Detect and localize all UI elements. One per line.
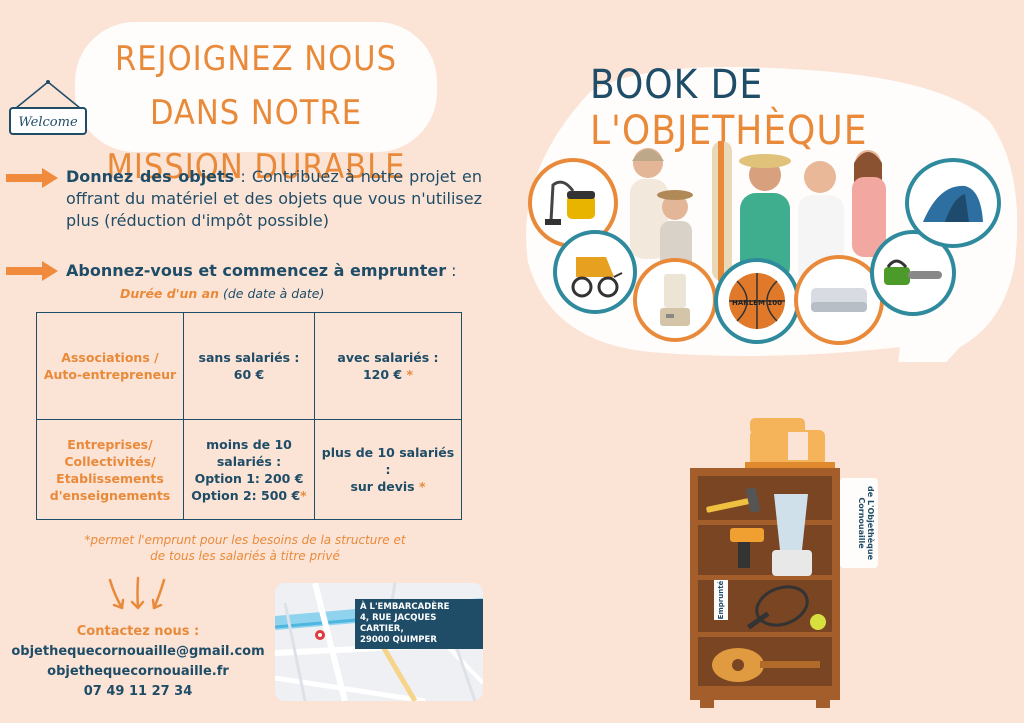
mac-mini-icon [811, 288, 867, 312]
footnote-line1: *permet l'emprunt pour les besoins de la… [84, 533, 406, 547]
page-title-line1: REJOIGNEZ NOUS DANS NOTRE [114, 39, 397, 133]
book-title-part1: BOOK DE [590, 62, 764, 108]
map-address-label: À L'EMBARCADÈRE 4, RUE JACQUES CARTIER, … [355, 599, 483, 649]
borrowed-tag-text: Emprunté [717, 580, 725, 620]
tent-icon [923, 185, 983, 222]
asterisk: * [300, 487, 307, 503]
cell-text: 120 € [362, 367, 403, 382]
table-cell: Associations / Auto-entrepreneur [36, 312, 184, 420]
objetheque-sign-text: de L'Objethèque Cornouaille [857, 477, 875, 569]
contact-phone[interactable]: 07 49 11 27 34 [8, 682, 268, 702]
contact-website[interactable]: objethequecornouaille.fr [8, 662, 268, 682]
duree-line: Durée d'un an (de date à date) [120, 286, 324, 301]
duree-rest: (de date à date) [219, 286, 325, 301]
chainsaw-icon [884, 259, 942, 285]
cell-line: plus de 10 salariés : [321, 445, 455, 477]
arrows-down-icon [108, 576, 166, 610]
cell-line: salariés : [216, 453, 282, 469]
borrowed-tag: Emprunté [714, 580, 728, 622]
blender-icon [660, 274, 690, 326]
cell-line: 60 € [233, 367, 265, 382]
map-line2: 4, RUE JACQUES CARTIER, [360, 613, 437, 634]
footnote: *permet l'emprunt pour les besoins de la… [40, 532, 450, 564]
cell-line: avec salariés : [337, 350, 439, 365]
cell-line: Entreprises/ [67, 436, 153, 452]
welcome-sign-text: Welcome [18, 115, 78, 130]
sign-line2: L'Objethèque [866, 499, 875, 560]
contact-block: Contactez nous : objethequecornouaille@g… [8, 622, 268, 702]
table-row: Associations / Auto-entrepreneur sans sa… [36, 312, 462, 420]
cell-line: Etablissements [56, 470, 164, 486]
table-cell: Entreprises/ Collectivités/ Etablissemen… [36, 419, 184, 520]
cell-text: Option 2: 500 € [191, 487, 301, 503]
contact-label: Contactez nous : [76, 624, 200, 639]
cell-line: sur devis * [319, 478, 457, 495]
cell-line: d'enseignements [49, 487, 171, 503]
duree-bold: Durée d'un an [120, 286, 220, 301]
contact-email[interactable]: objethequecornouaille@gmail.com [8, 642, 268, 662]
tent-circle [905, 158, 1001, 248]
basketball-circle: HARLEM 100 [714, 258, 800, 344]
sign-line1: de [866, 486, 875, 498]
location-map[interactable]: À L'EMBARCADÈRE 4, RUE JACQUES CARTIER, … [275, 583, 483, 701]
cell-text: sur devis [350, 479, 415, 494]
bike-trailer-icon [571, 257, 623, 298]
cell-line: Option 2: 500 €* [188, 487, 310, 504]
vacuum-cleaner-icon [545, 180, 595, 225]
asterisk: * [414, 479, 426, 494]
basketball-text: HARLEM 100 [732, 299, 782, 307]
objetheque-sign: de L'Objethèque Cornouaille [842, 480, 890, 570]
map-line3: 29000 QUIMPER [360, 635, 437, 645]
table-cell: sans salariés : 60 € [183, 312, 315, 420]
donnez-paragraph: Donnez des objets : Contribuez à notre p… [66, 166, 482, 232]
cell-line: 120 € * [319, 366, 457, 383]
cell-line: moins de 10 [206, 436, 292, 452]
welcome-sign-icon: Welcome [9, 80, 87, 135]
cell-line: Option 1: 200 € [194, 470, 304, 486]
abonnez-paragraph: Abonnez-vous et commencez à emprunter : [66, 260, 457, 282]
table-row: Entreprises/ Collectivités/ Etablissemen… [36, 419, 462, 520]
asterisk: * [402, 367, 414, 382]
table-cell: moins de 10 salariés : Option 1: 200 € O… [183, 419, 315, 520]
sign-line3: Cornouaille [857, 497, 866, 549]
pricing-table: Associations / Auto-entrepreneur sans sa… [36, 312, 462, 520]
map-line1: À L'EMBARCADÈRE [360, 602, 450, 612]
footnote-line2: de tous les salariés à titre privé [150, 549, 340, 563]
table-cell: plus de 10 salariés : sur devis * [314, 419, 462, 520]
basketball-icon: HARLEM 100 [729, 273, 785, 329]
blender-circle [633, 258, 717, 342]
abonnez-suffix: : [446, 261, 457, 280]
cell-line: sans salariés : [198, 350, 300, 365]
donnez-heading: Donnez des objets [66, 167, 235, 186]
bike-trailer-circle [553, 230, 637, 314]
cell-line: Collectivités/ [64, 453, 156, 469]
arrow-right-icon [6, 168, 58, 188]
arrow-right-icon [6, 261, 58, 281]
table-cell: avec salariés : 120 € * [314, 312, 462, 420]
abonnez-heading: Abonnez-vous et commencez à emprunter [66, 261, 447, 280]
